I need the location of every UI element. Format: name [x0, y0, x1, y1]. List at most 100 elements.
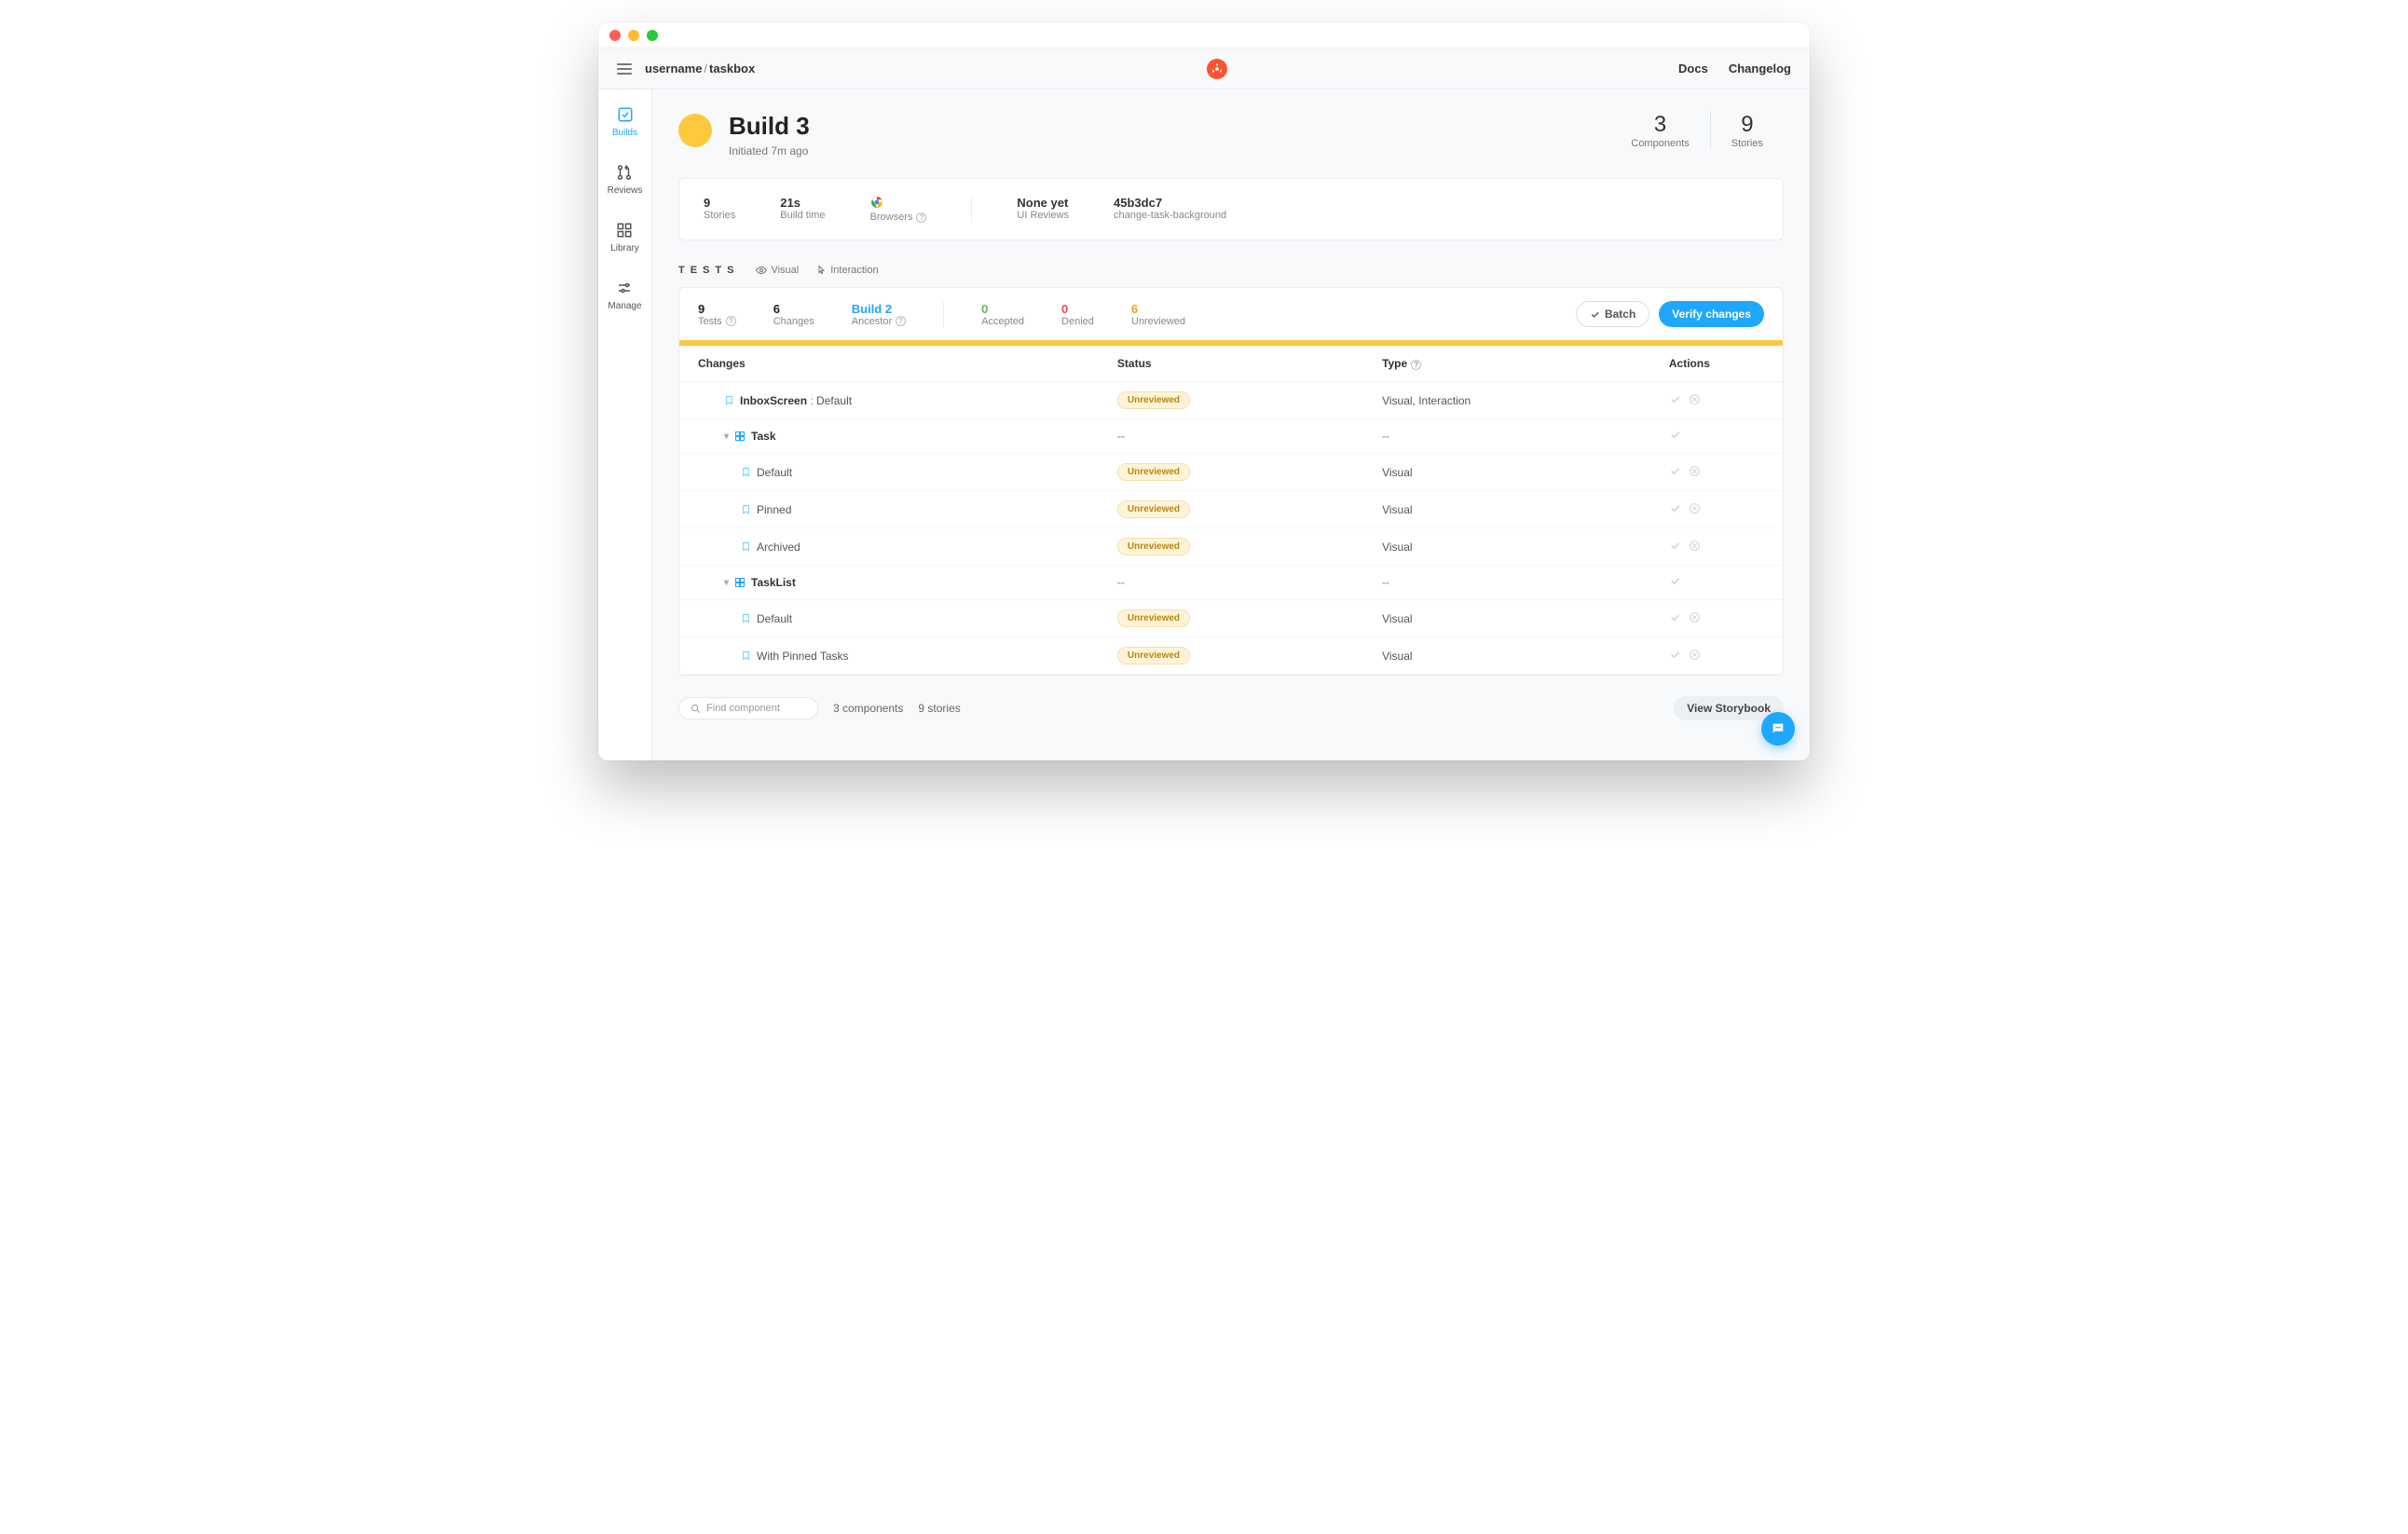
summary-stories-label: Stories [704, 210, 735, 221]
strip-unreviewed-value: 6 [1131, 302, 1185, 316]
table-row[interactable]: InboxScreen : DefaultUnreviewedVisual, I… [679, 382, 1783, 419]
sidebar-item-reviews[interactable]: Reviews [608, 164, 643, 196]
help-icon[interactable]: ? [896, 316, 906, 326]
minimize-window-icon[interactable] [628, 30, 639, 41]
bookmark-icon [741, 467, 751, 477]
stories-count: 9 [1731, 112, 1763, 138]
ancestor-link[interactable]: Build 2 [852, 302, 906, 316]
changelog-link[interactable]: Changelog [1729, 62, 1791, 75]
status-badge: Unreviewed [1117, 538, 1190, 555]
close-window-icon[interactable] [609, 30, 621, 41]
chevron-down-icon[interactable]: ▾ [724, 578, 729, 588]
check-icon [1590, 309, 1600, 320]
footer-components: 3 components [833, 702, 903, 715]
summary-uireviews-label: UI Reviews [1017, 210, 1069, 221]
table-row[interactable]: DefaultUnreviewedVisual [679, 454, 1783, 491]
docs-link[interactable]: Docs [1678, 62, 1708, 75]
verify-changes-button[interactable]: Verify changes [1659, 301, 1764, 327]
strip-accepted-value: 0 [981, 302, 1024, 316]
col-actions: Actions [1650, 346, 1783, 382]
summary-buildtime-value: 21s [780, 196, 825, 210]
build-subtitle: Initiated 7m ago [729, 144, 810, 158]
accept-icon[interactable] [1669, 649, 1681, 661]
component-icon [734, 431, 746, 442]
table-row-group[interactable]: ▾ TaskList---- [679, 566, 1783, 600]
deny-icon[interactable] [1689, 611, 1701, 623]
deny-icon[interactable] [1689, 502, 1701, 514]
build-status-icon [678, 114, 712, 147]
batch-button[interactable]: Batch [1576, 301, 1649, 327]
summary-uireviews-value: None yet [1017, 196, 1069, 210]
sidebar-item-library[interactable]: Library [610, 222, 639, 253]
bookmark-icon [741, 613, 751, 623]
accept-icon[interactable] [1669, 502, 1681, 514]
components-count: 3 [1631, 112, 1689, 138]
checkbox-icon [617, 106, 634, 123]
commit-link[interactable]: 45b3dc7 [1114, 196, 1226, 210]
changes-table: Changes Status Type? Actions InboxScreen… [679, 346, 1783, 675]
footer-stories: 9 stories [918, 702, 960, 715]
pull-request-icon [616, 164, 633, 181]
table-row-group[interactable]: ▾ Task---- [679, 419, 1783, 454]
build-summary-card: 9 Stories 21s Build time Browsers ? None… [678, 178, 1784, 240]
menu-icon[interactable] [617, 63, 632, 75]
status-badge: Unreviewed [1117, 463, 1190, 481]
maximize-window-icon[interactable] [647, 30, 658, 41]
status-badge: Unreviewed [1117, 391, 1190, 409]
grid-icon [616, 222, 633, 239]
help-icon[interactable]: ? [916, 212, 926, 223]
breadcrumb-user[interactable]: username [645, 62, 702, 75]
accept-icon[interactable] [1669, 611, 1681, 623]
app-logo-icon[interactable] [1207, 59, 1227, 79]
sidebar-item-manage[interactable]: Manage [608, 280, 641, 311]
strip-denied-value: 0 [1061, 302, 1094, 316]
chat-fab[interactable] [1761, 712, 1795, 746]
mac-titlebar [598, 22, 1810, 48]
bookmark-icon [741, 541, 751, 552]
deny-icon[interactable] [1689, 540, 1701, 552]
accept-icon[interactable] [1669, 575, 1681, 587]
sliders-icon [616, 280, 633, 296]
summary-buildtime-label: Build time [780, 210, 825, 221]
deny-icon[interactable] [1689, 393, 1701, 405]
page-title: Build 3 [729, 112, 810, 141]
accept-icon[interactable] [1669, 429, 1681, 441]
table-row[interactable]: ArchivedUnreviewedVisual [679, 528, 1783, 566]
summary-browsers-label: Browsers [870, 212, 913, 223]
bookmark-icon [741, 504, 751, 514]
accept-icon[interactable] [1669, 393, 1681, 405]
deny-icon[interactable] [1689, 649, 1701, 661]
pointer-icon [815, 265, 827, 276]
breadcrumb[interactable]: username/taskbox [645, 62, 755, 75]
components-label: Components [1631, 138, 1689, 149]
breadcrumb-repo[interactable]: taskbox [709, 62, 755, 75]
stories-label: Stories [1731, 138, 1763, 149]
strip-changes-value: 6 [773, 302, 814, 316]
status-badge: Unreviewed [1117, 500, 1190, 518]
filter-visual[interactable]: Visual [756, 265, 799, 276]
filter-interaction[interactable]: Interaction [815, 265, 878, 276]
status-badge: Unreviewed [1117, 609, 1190, 627]
col-type: Type? [1363, 346, 1650, 382]
chat-icon [1771, 721, 1785, 736]
search-icon [691, 704, 701, 714]
search-input[interactable]: Find component [678, 697, 818, 719]
accept-icon[interactable] [1669, 465, 1681, 477]
deny-icon[interactable] [1689, 465, 1701, 477]
chevron-down-icon[interactable]: ▾ [724, 431, 729, 442]
accept-icon[interactable] [1669, 540, 1681, 552]
tests-heading: TESTS [678, 265, 739, 276]
strip-tests-value: 9 [698, 302, 736, 316]
branch-name: change-task-background [1114, 210, 1226, 221]
bookmark-icon [741, 651, 751, 661]
col-status: Status [1099, 346, 1363, 382]
col-changes: Changes [679, 346, 1099, 382]
component-icon [734, 577, 746, 588]
help-icon[interactable]: ? [1411, 360, 1421, 370]
table-row[interactable]: DefaultUnreviewedVisual [679, 600, 1783, 637]
chrome-icon [870, 196, 927, 212]
help-icon[interactable]: ? [726, 316, 736, 326]
table-row[interactable]: With Pinned TasksUnreviewedVisual [679, 637, 1783, 675]
table-row[interactable]: PinnedUnreviewedVisual [679, 491, 1783, 528]
sidebar-item-builds[interactable]: Builds [612, 106, 637, 138]
